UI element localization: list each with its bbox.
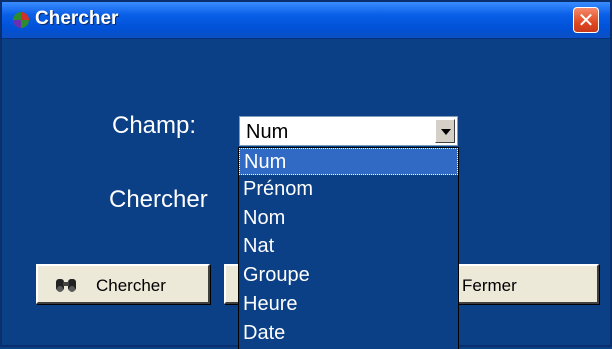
title-bar[interactable]: Chercher ✕	[2, 2, 610, 39]
app-icon	[13, 12, 29, 28]
binoculars-icon	[56, 279, 76, 292]
chevron-down-icon[interactable]	[435, 119, 455, 143]
field-dropdown-list: Num Prénom Nom Nat Groupe Heure Date	[238, 147, 459, 349]
close-window-button[interactable]: ✕	[573, 7, 599, 33]
dropdown-option[interactable]: Heure	[239, 291, 458, 318]
dropdown-option[interactable]: Nat	[239, 233, 458, 260]
close-icon: ✕	[577, 8, 595, 32]
field-label: Champ:	[112, 112, 197, 139]
dropdown-option[interactable]: Groupe	[239, 262, 458, 289]
search-button[interactable]: Chercher	[36, 264, 210, 304]
dropdown-option[interactable]: Nom	[239, 205, 458, 232]
window-title: Chercher	[35, 8, 119, 29]
search-label: Chercher	[109, 186, 208, 213]
dropdown-option[interactable]: Num	[239, 148, 458, 175]
dropdown-option[interactable]: Prénom	[239, 176, 458, 203]
close-button-label: Fermer	[462, 276, 517, 295]
search-dialog: Chercher ✕ Champ: Num Chercher Chercher …	[0, 0, 612, 349]
dropdown-option[interactable]: Date	[239, 320, 458, 347]
field-select-value: Num	[246, 121, 289, 143]
search-button-label: Chercher	[96, 276, 166, 295]
close-button[interactable]: Fermer	[442, 264, 599, 304]
field-select[interactable]: Num	[239, 116, 458, 146]
